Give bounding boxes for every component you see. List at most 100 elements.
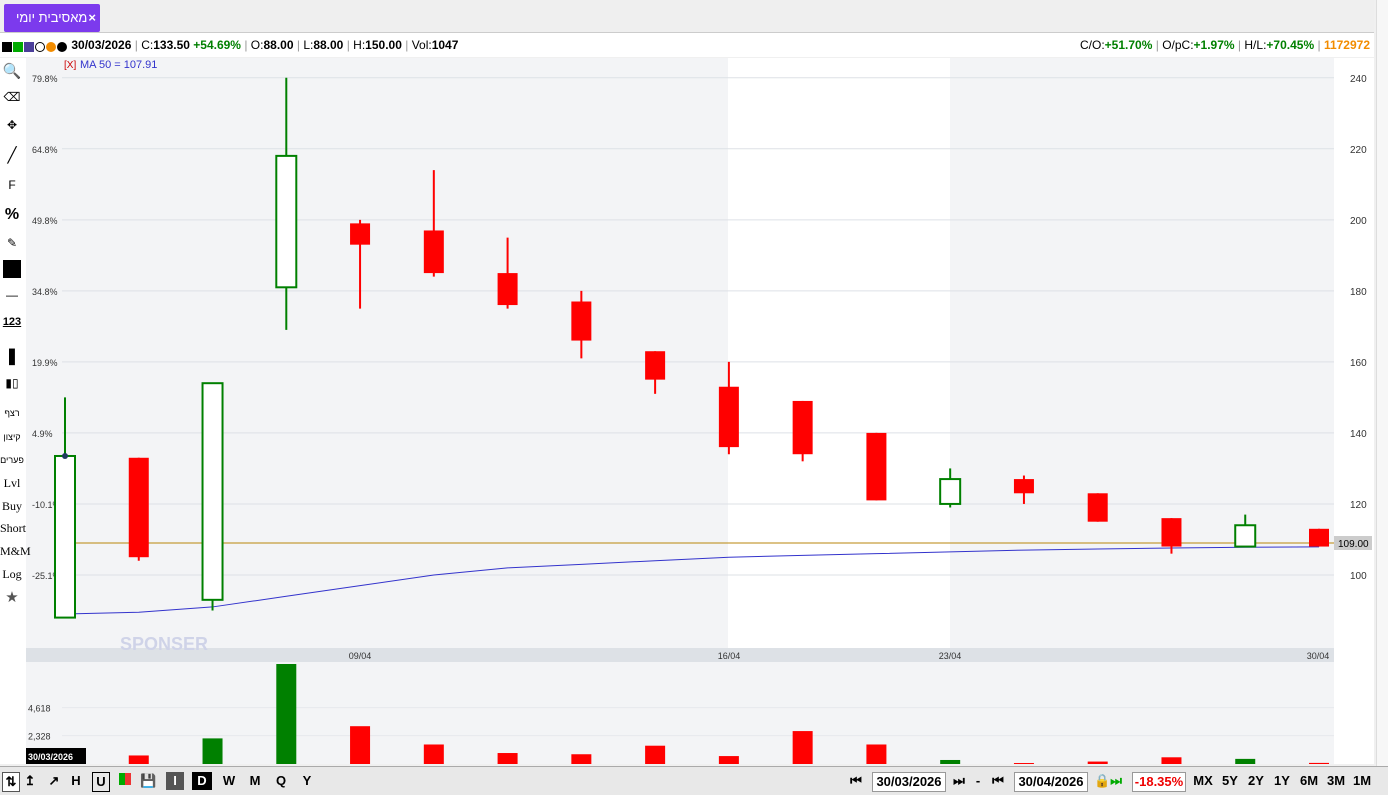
candle-body xyxy=(201,382,224,601)
period-change: -18.35% xyxy=(1132,772,1186,792)
period-1m[interactable]: 1M xyxy=(1350,772,1374,790)
interval-weekly[interactable]: W xyxy=(219,772,239,790)
close-icon[interactable]: × xyxy=(88,4,96,32)
y-left-tick: 49.8% xyxy=(32,216,58,226)
period-6m[interactable]: 6M xyxy=(1296,772,1322,790)
crosshair-icon[interactable]: ✥ xyxy=(0,118,24,132)
volume-bar xyxy=(276,664,297,764)
interval-intraday[interactable]: I xyxy=(166,772,184,790)
registered-icon[interactable] xyxy=(35,41,45,52)
tab-bar: מאסיבית יומי × xyxy=(0,0,1374,33)
short-tool[interactable]: Short xyxy=(0,521,26,536)
chart-tab[interactable]: מאסיבית יומי × xyxy=(4,4,100,32)
line-tool-icon[interactable]: ╱ xyxy=(0,146,24,164)
measure-tool[interactable]: 123 xyxy=(0,316,24,328)
interval-monthly[interactable]: M xyxy=(245,772,265,790)
info-icon[interactable] xyxy=(24,41,34,52)
vertical-line-icon[interactable]: ❚ xyxy=(0,346,24,366)
volume-bar xyxy=(1235,758,1256,764)
y-left-tick: 64.8% xyxy=(32,145,58,155)
y-left-tick: 4.9% xyxy=(32,429,53,439)
percent-tool[interactable]: % xyxy=(0,206,24,224)
mm-tool[interactable]: M&M xyxy=(0,544,31,559)
candle-body xyxy=(939,478,962,505)
edit-icon[interactable]: ✎ xyxy=(0,236,24,250)
to-date[interactable]: 30/04/2026 xyxy=(1014,772,1088,792)
y-left-tick: 79.8% xyxy=(32,74,58,84)
horizontal-line-icon[interactable]: — xyxy=(0,288,24,302)
target-icon[interactable] xyxy=(46,41,56,52)
fib-tool[interactable]: F xyxy=(0,178,24,192)
volume-bar xyxy=(718,756,739,764)
period-3m[interactable]: 3M xyxy=(1324,772,1348,790)
chart-icons[interactable] xyxy=(2,34,68,58)
period-5y[interactable]: 5Y xyxy=(1218,772,1242,790)
eraser-icon[interactable]: ⌫ xyxy=(0,90,24,104)
color-box-icon[interactable] xyxy=(0,260,24,278)
back-icon[interactable]: ⏮ xyxy=(984,772,1012,790)
line-type-icon[interactable]: ↗ xyxy=(44,772,64,790)
candle-body xyxy=(645,351,666,380)
watermark: SPONSER xyxy=(120,634,208,654)
volume-bar xyxy=(497,753,518,764)
interval-yearly[interactable]: Y xyxy=(297,772,317,790)
bar-type-icon[interactable]: U xyxy=(92,772,110,792)
ma-label: MA 50 = 107.91 xyxy=(80,59,157,71)
save-icon[interactable]: 💾 xyxy=(140,772,156,790)
flag-icon[interactable] xyxy=(116,772,134,790)
candle-body xyxy=(571,301,592,341)
close-change: +54.69% xyxy=(193,38,241,52)
hl-type-icon[interactable]: H xyxy=(68,772,84,790)
first-back-icon[interactable]: ⏮ xyxy=(842,772,870,790)
buy-tool[interactable]: Buy xyxy=(0,499,24,514)
lock-forward-icon[interactable]: 🔒⏭ xyxy=(1088,772,1128,790)
log-tool[interactable]: Log xyxy=(0,567,24,582)
y-right-tick: 220 xyxy=(1350,145,1367,156)
candle-body xyxy=(497,273,518,306)
candle-body xyxy=(1309,528,1329,547)
comment-icon[interactable] xyxy=(57,41,67,52)
volume-bar xyxy=(866,744,887,764)
share-icon[interactable] xyxy=(13,41,23,52)
right-scrollbar[interactable] xyxy=(1376,0,1388,766)
interval-quarterly[interactable]: Q xyxy=(271,772,291,790)
x-tick: 16/04 xyxy=(718,651,741,661)
period-mx[interactable]: MX xyxy=(1190,772,1216,790)
x-tick: 09/04 xyxy=(349,651,372,661)
candlestick-type-icon[interactable]: ⇅ xyxy=(2,772,20,792)
cursor-icon[interactable]: ↥ xyxy=(22,772,38,790)
search-icon[interactable]: 🔍 xyxy=(0,62,24,80)
interval-daily[interactable]: D xyxy=(192,772,212,790)
volume-bar xyxy=(1309,762,1329,764)
line-chart-icon[interactable] xyxy=(2,41,12,52)
info-bar: 30/03/2026 | C:133.50 +54.69% | O:88.00 … xyxy=(0,33,1374,57)
period-1y[interactable]: 1Y xyxy=(1270,772,1294,790)
candle-body xyxy=(1234,524,1257,548)
gaps-tool[interactable]: פערים xyxy=(0,455,24,465)
y-right-tick: 200 xyxy=(1350,216,1367,227)
forward-icon[interactable]: ⏭ xyxy=(946,772,972,790)
x-tick: 23/04 xyxy=(939,651,962,661)
period-2y[interactable]: 2Y xyxy=(1244,772,1268,790)
lvl-tool[interactable]: Lvl xyxy=(0,476,24,491)
y-left-tick: 19.9% xyxy=(32,358,58,368)
price-chart[interactable]: 240 220 200 180 160 140 120 100 79.8% 64.8% 49.8% 3… xyxy=(0,58,1374,764)
info-date: 30/03/2026 xyxy=(71,38,132,52)
y-right-tick: 240 xyxy=(1350,74,1367,85)
candles-icon[interactable]: ▮▯ xyxy=(0,376,24,390)
candle-body xyxy=(128,457,149,558)
extreme-tool[interactable]: קיצון xyxy=(0,432,24,442)
chart-area[interactable]: 240 220 200 180 160 140 120 100 79.8% 64.8% 49.8% 3… xyxy=(0,58,1374,764)
star-icon[interactable]: ★ xyxy=(0,588,24,606)
volume-bar xyxy=(645,745,666,764)
candle-body xyxy=(1161,518,1182,547)
volume-label: Vol: xyxy=(411,38,432,52)
from-date[interactable]: 30/03/2026 xyxy=(872,772,946,792)
hl-label: H/L: xyxy=(1244,38,1267,52)
streak-tool[interactable]: רצף xyxy=(0,408,24,418)
y-left-tick: 34.8% xyxy=(32,287,58,297)
security-id: 1172972 xyxy=(1323,38,1370,52)
candle-body xyxy=(54,454,76,619)
candle-body xyxy=(866,432,887,501)
volume-tick: 4,618 xyxy=(28,704,51,714)
